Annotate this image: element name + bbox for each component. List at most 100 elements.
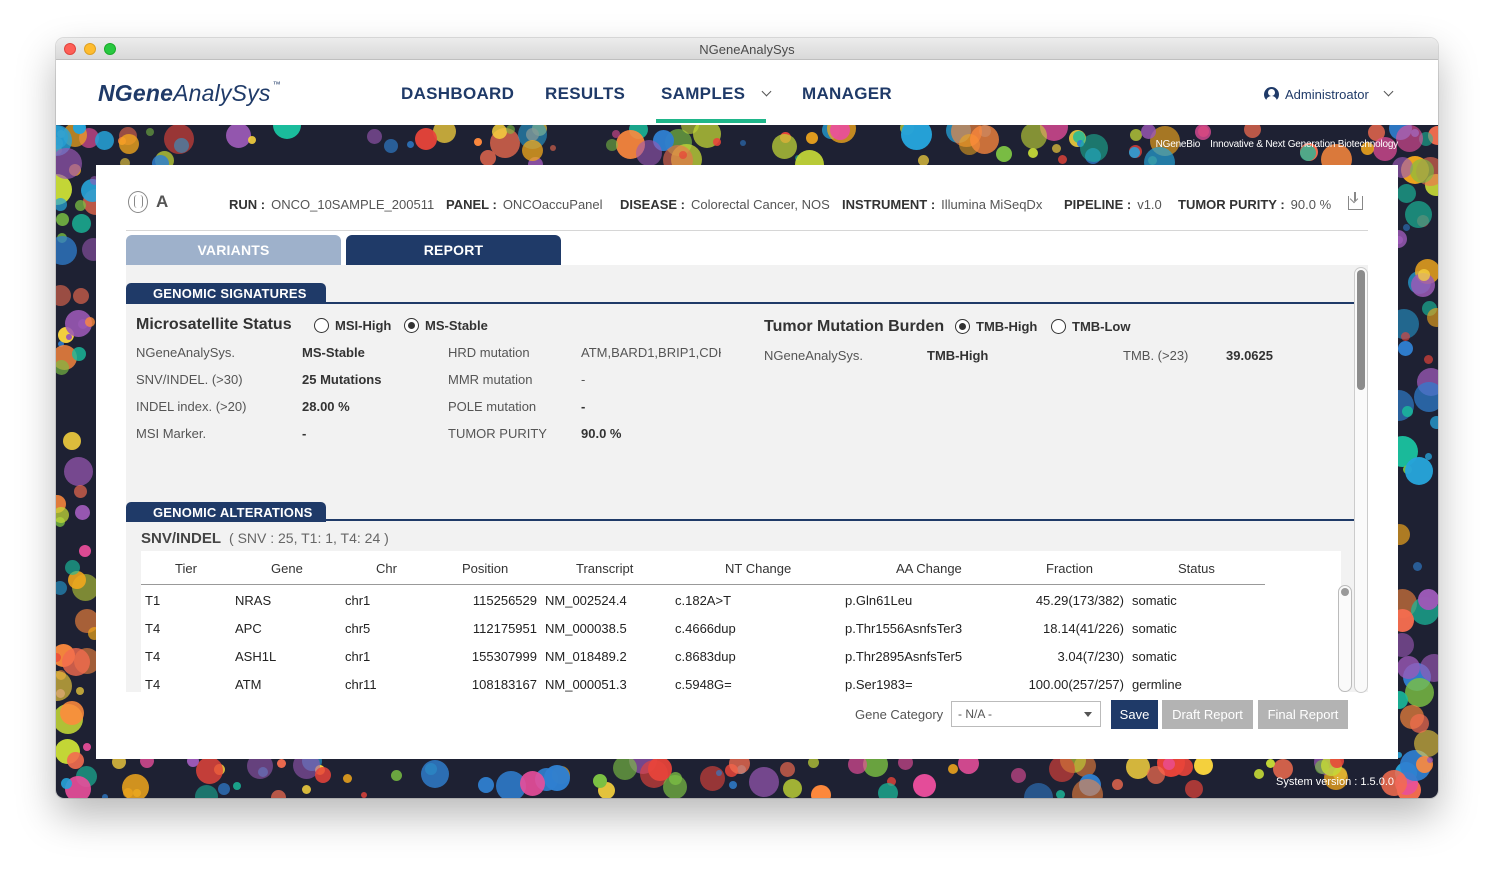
table-header: Tier Gene Chr Position Transcript NT Cha…: [141, 551, 1265, 585]
decorative-dot: [782, 779, 802, 798]
decorative-dot: [121, 773, 149, 798]
cell-transcript: NM_000038.5: [545, 621, 627, 636]
decorative-dot: [1413, 381, 1438, 412]
decorative-dot: [315, 767, 332, 784]
tmb-source-label: NGeneAnalySys.: [764, 348, 863, 363]
scrollbar-thumb[interactable]: [1357, 270, 1365, 390]
table-scrollbar[interactable]: [1338, 585, 1352, 692]
nav-manager[interactable]: MANAGER: [802, 84, 892, 104]
final-report-button[interactable]: Final Report: [1258, 700, 1348, 729]
indel-index-label: INDEL index. (>20): [136, 399, 247, 414]
decorative-dot: [1404, 201, 1432, 229]
nav-samples[interactable]: SAMPLES: [661, 84, 772, 104]
variants-table: Tier Gene Chr Position Transcript NT Cha…: [141, 551, 1352, 692]
decorative-dot: [273, 125, 302, 140]
cell-gene: NRAS: [235, 593, 272, 608]
cell-transcript: NM_000051.3: [545, 677, 627, 692]
tmb-status-value: TMB-High: [927, 348, 989, 363]
table-row[interactable]: T1 NRAS chr1 115256529 NM_002524.4 c.182…: [141, 587, 1331, 615]
cell-gene: ATM: [235, 677, 262, 692]
decorative-dot: [611, 129, 620, 138]
decorative-dot: [678, 151, 687, 160]
decorative-dot: [173, 138, 189, 154]
decorative-dot: [1418, 589, 1438, 611]
col-fraction[interactable]: Fraction: [1046, 561, 1093, 576]
decorative-dot: [342, 773, 352, 783]
tagline: NGeneBio Innovative & Next Generation Bio…: [1155, 139, 1399, 150]
col-aa-change[interactable]: AA Change: [896, 561, 962, 576]
nav-dashboard[interactable]: DASHBOARD: [401, 84, 514, 104]
decorative-dot: [1404, 678, 1434, 708]
gene-category-select[interactable]: - N/A -: [951, 701, 1101, 727]
app-logo[interactable]: NGeneAnalySys ™: [98, 80, 281, 107]
cell-chr: chr5: [345, 621, 371, 636]
snv-indel-value: 25 Mutations: [302, 372, 382, 387]
cell-tier: T1: [145, 593, 161, 608]
tumor-purity-label: TUMOR PURITY: [448, 426, 547, 441]
decorative-dot: [1397, 183, 1417, 203]
table-row[interactable]: T4 ASH1L chr1 155307999 NM_018489.2 c.86…: [141, 643, 1331, 671]
decorative-dot: [1423, 354, 1433, 364]
nav-results[interactable]: RESULTS: [545, 84, 625, 104]
tab-variants[interactable]: VARIANTS: [126, 235, 341, 265]
tumor-purity-info: TUMOR PURITY :90.0 %: [1178, 197, 1332, 212]
decorative-dot: [1426, 757, 1433, 764]
col-chr[interactable]: Chr: [376, 561, 397, 576]
radio-ms-stable[interactable]: MS-Stable: [404, 318, 488, 333]
col-tier[interactable]: Tier: [175, 561, 197, 576]
decorative-dot: [407, 141, 415, 149]
decorative-dot: [1429, 416, 1438, 430]
cell-nt-change: c.4666dup: [675, 621, 736, 636]
decorative-dot: [415, 128, 438, 151]
col-transcript[interactable]: Transcript: [576, 561, 633, 576]
user-menu[interactable]: Administroator: [1264, 86, 1394, 102]
cell-status: somatic: [1132, 621, 1177, 636]
decorative-dot: [366, 129, 382, 145]
decorative-dot: [384, 138, 399, 153]
decorative-dot: [605, 139, 618, 152]
sample-info-bar: A RUN : ONCO_10SAMPLE_200511 PANEL : ONCOa…: [126, 191, 1368, 231]
table-row[interactable]: T4 APC chr5 112175951 NM_000038.5 c.4666…: [141, 615, 1331, 643]
tab-report[interactable]: REPORT: [346, 235, 561, 265]
decorative-dot: [544, 765, 571, 792]
cell-nt-change: c.5948G=: [675, 677, 732, 692]
radio-tmb-low[interactable]: TMB-Low: [1051, 319, 1130, 334]
decorative-dot: [225, 125, 251, 149]
decorative-dot: [95, 131, 115, 151]
decorative-background: NGeneBio Innovative & Next Generation Bio…: [56, 125, 1438, 798]
radio-msi-high[interactable]: MSI-High: [314, 318, 391, 333]
col-nt-change[interactable]: NT Change: [725, 561, 791, 576]
col-gene[interactable]: Gene: [271, 561, 303, 576]
msi-marker-value: -: [302, 426, 307, 441]
decorative-dot: [1265, 759, 1275, 769]
table-row[interactable]: T4 ATM chr11 108183167 NM_000051.3 c.594…: [141, 671, 1331, 692]
disease-info: DISEASE : Colorectal Cancer, NOS: [620, 197, 830, 212]
window-title: NGeneAnalySys: [699, 42, 795, 57]
cell-fraction: 18.14(41/226): [1043, 621, 1124, 636]
download-icon[interactable]: [1348, 192, 1363, 210]
decorative-dot: [74, 504, 90, 520]
cell-transcript: NM_002524.4: [545, 593, 627, 608]
decorative-dot: [56, 235, 78, 265]
save-button[interactable]: Save: [1111, 700, 1158, 729]
decorative-dot: [390, 769, 402, 781]
radio-tmb-high[interactable]: TMB-High: [955, 319, 1037, 334]
ms-value: MS-Stable: [302, 345, 365, 360]
radio-circle: [955, 319, 970, 334]
decorative-dot: [477, 776, 494, 793]
col-position[interactable]: Position: [462, 561, 508, 576]
decorative-dot: [811, 785, 832, 798]
cell-nt-change: c.8683dup: [675, 649, 736, 664]
decorative-dot: [772, 133, 798, 159]
decorative-dot: [60, 778, 72, 790]
col-status[interactable]: Status: [1178, 561, 1215, 576]
decorative-dot: [728, 780, 737, 789]
draft-report-button[interactable]: Draft Report: [1162, 700, 1253, 729]
decorative-dot: [1023, 782, 1053, 798]
decorative-dot: [247, 136, 256, 145]
cell-position: 108183167: [471, 677, 537, 692]
decorative-dot: [63, 432, 82, 451]
decorative-dot: [1401, 405, 1413, 417]
content-scrollbar[interactable]: [1354, 267, 1368, 693]
msi-marker-label: MSI Marker.: [136, 426, 207, 441]
